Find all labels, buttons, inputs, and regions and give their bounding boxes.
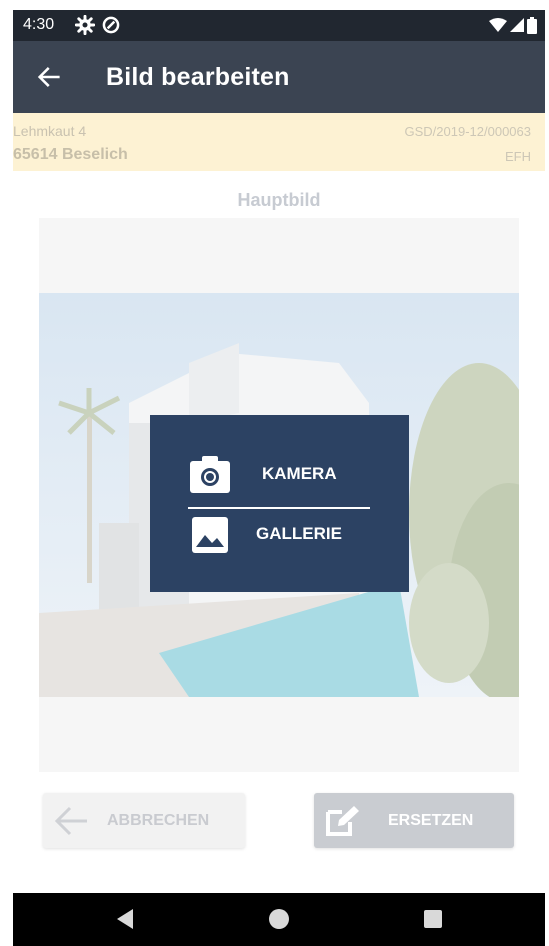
image-source-menu: KAMERA GALLERIE xyxy=(150,415,409,592)
status-right-icons xyxy=(489,16,537,34)
app-bar: Bild bearbeiten xyxy=(13,41,545,113)
reference-id: GSD/2019-12/000063 xyxy=(404,124,531,139)
arrow-left-icon[interactable] xyxy=(35,63,63,91)
replace-button[interactable]: ERSETZEN xyxy=(314,793,514,848)
address-street: Lehmkaut 4 xyxy=(13,123,87,139)
image-icon xyxy=(192,517,228,553)
home-circle-icon[interactable] xyxy=(267,907,291,931)
cancel-button-label: ABBRECHEN xyxy=(107,812,210,829)
system-nav-bar xyxy=(13,893,545,946)
wifi-icon xyxy=(489,18,507,32)
menu-label-gallerie: GALLERIE xyxy=(256,524,342,543)
recents-square-icon[interactable] xyxy=(421,907,445,931)
section-title: Hauptbild xyxy=(237,190,321,210)
battery-icon xyxy=(527,16,537,34)
edit-icon xyxy=(326,806,359,836)
page-title: Bild bearbeiten xyxy=(106,63,290,91)
back-triangle-icon[interactable] xyxy=(113,907,137,931)
arrow-left-icon xyxy=(54,806,87,836)
address-city: 65614 Beselich xyxy=(13,146,128,163)
camera-icon xyxy=(190,456,230,493)
menu-item-gallerie[interactable]: GALLERIE xyxy=(150,511,409,571)
gear-icon xyxy=(75,15,95,35)
cancel-button[interactable]: ABBRECHEN xyxy=(43,793,245,848)
menu-item-kamera[interactable]: KAMERA xyxy=(150,447,409,507)
menu-label-kamera: KAMERA xyxy=(262,464,337,483)
property-type: EFH xyxy=(505,149,531,164)
address-banner: Lehmkaut 4 65614 Beselich GSD/2019-12/00… xyxy=(13,113,545,171)
phone-screen: 4:30 Bild bearbeiten Lehmkaut 4 65614 Be… xyxy=(13,10,545,946)
cell-signal-icon xyxy=(510,18,524,32)
status-time: 4:30 xyxy=(23,16,55,33)
menu-divider xyxy=(188,507,370,509)
data-saver-icon xyxy=(102,16,120,34)
status-bar: 4:30 xyxy=(13,10,545,41)
replace-button-label: ERSETZEN xyxy=(388,812,474,829)
